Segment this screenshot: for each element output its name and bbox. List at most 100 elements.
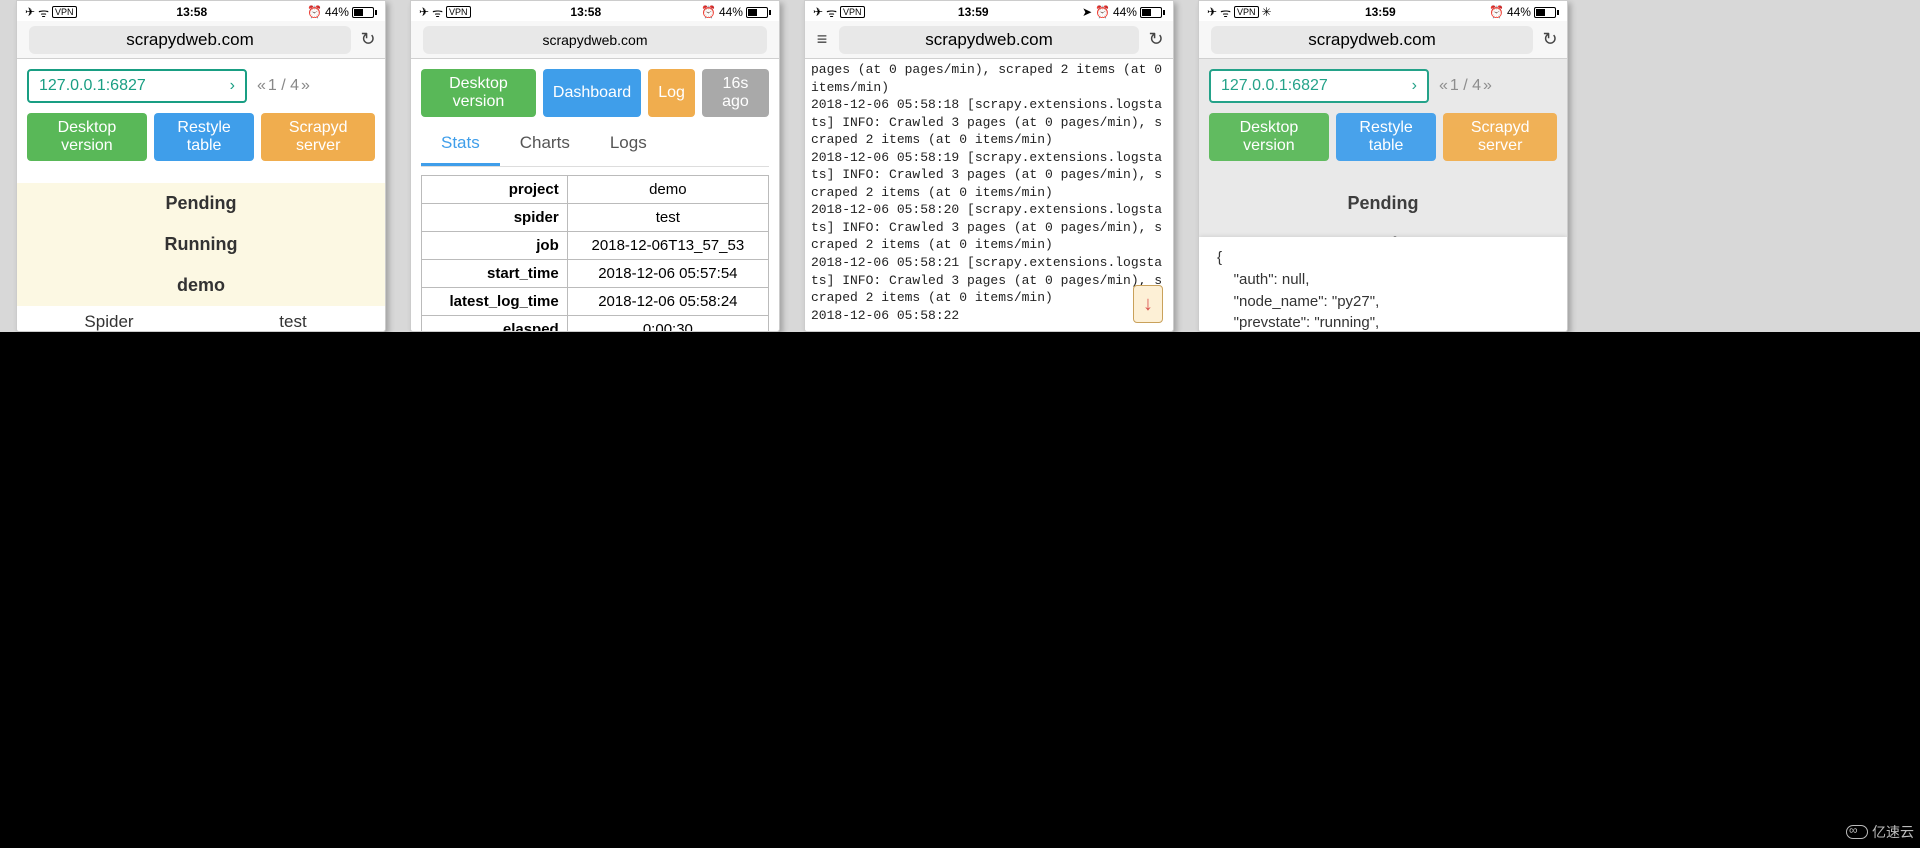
battery-icon xyxy=(352,7,377,18)
status-bar: ✈ ᯤ VPN 13:58 ⏰ 44% xyxy=(411,1,779,21)
vpn-badge: VPN xyxy=(1234,6,1259,18)
location-icon: ➤ xyxy=(1082,5,1092,19)
vpn-badge: VPN xyxy=(52,6,77,18)
tab-bar: Stats Charts Logs xyxy=(421,125,769,167)
battery-percent: 44% xyxy=(719,5,743,19)
phone-screenshot-3: ✈ ᯤ VPN 13:59 ➤ ⏰ 44% ≡ scrapydweb.com ↻… xyxy=(804,0,1174,332)
desktop-version-button[interactable]: Desktop version xyxy=(1209,113,1329,161)
json-line: "auth": null, xyxy=(1217,269,1549,291)
pagination[interactable]: « 1 / 4 » xyxy=(257,77,310,95)
section-pending[interactable]: Pending xyxy=(1199,183,1567,224)
pager-prev-icon[interactable]: « xyxy=(257,77,266,95)
row-key: Spider xyxy=(17,312,201,331)
desktop-version-button[interactable]: Desktop version xyxy=(421,69,536,117)
pager-next-icon[interactable]: » xyxy=(301,77,310,95)
alarm-icon: ⏰ xyxy=(1489,5,1504,19)
browser-address-bar: scrapydweb.com ↻ xyxy=(17,21,385,59)
airplane-icon: ✈ xyxy=(25,5,35,19)
pagination[interactable]: « 1 / 4 » xyxy=(1439,77,1492,95)
phone-screenshot-1: ✈ ᯤ VPN 13:58 ⏰ 44% scrapydweb.com ↻ 127… xyxy=(16,0,386,332)
tab-stats[interactable]: Stats xyxy=(421,125,500,166)
battery-icon xyxy=(1534,7,1559,18)
loading-icon: ✳ xyxy=(1262,5,1272,19)
node-selector[interactable]: 127.0.0.1:6827 › xyxy=(27,69,247,103)
scrapyd-server-button[interactable]: Scrapyd server xyxy=(1443,113,1557,161)
status-time: 13:59 xyxy=(1365,5,1396,19)
node-selector-value: 127.0.0.1:6827 xyxy=(1221,77,1328,95)
wifi-icon: ᯤ xyxy=(1220,4,1231,21)
reload-icon[interactable]: ↻ xyxy=(1539,29,1561,51)
phone-screenshot-4: ✈ ᯤ VPN ✳ 13:59 ⏰ 44% scrapydweb.com ↻ 1… xyxy=(1198,0,1568,332)
table-row: start_time2018-12-06 05:57:54 xyxy=(422,260,769,288)
stats-table: projectdemo spidertest job2018-12-06T13_… xyxy=(421,175,769,331)
browser-address-bar: scrapydweb.com xyxy=(411,21,779,59)
node-selector-value: 127.0.0.1:6827 xyxy=(39,77,146,95)
phone-screenshot-2: ✈ ᯤ VPN 13:58 ⏰ 44% scrapydweb.com Deskt… xyxy=(410,0,780,332)
table-row: projectdemo xyxy=(422,176,769,204)
reload-icon[interactable]: ↻ xyxy=(357,29,379,51)
node-selector[interactable]: 127.0.0.1:6827 › xyxy=(1209,69,1429,103)
browser-address-bar: ≡ scrapydweb.com ↻ xyxy=(805,21,1173,59)
wifi-icon: ᯤ xyxy=(38,4,49,21)
log-output: pages (at 0 pages/min), scraped 2 items … xyxy=(805,59,1173,326)
dashboard-button[interactable]: Dashboard xyxy=(543,69,641,117)
age-button[interactable]: 16s ago xyxy=(702,69,769,117)
scroll-down-button[interactable]: ↓ xyxy=(1133,285,1163,323)
battery-percent: 44% xyxy=(325,5,349,19)
section-demo[interactable]: demo xyxy=(17,265,385,306)
restyle-table-button[interactable]: Restyle table xyxy=(1336,113,1437,161)
watermark-text: 亿速云 xyxy=(1872,822,1914,842)
json-response-sheet: { "auth": null, "node_name": "py27", "pr… xyxy=(1199,237,1567,332)
table-row: latest_log_time2018-12-06 05:58:24 xyxy=(422,288,769,316)
pager-text: 1 / 4 xyxy=(268,77,299,95)
json-line: { xyxy=(1217,247,1549,269)
alarm-icon: ⏰ xyxy=(307,5,322,19)
battery-icon xyxy=(1140,7,1165,18)
log-button[interactable]: Log xyxy=(648,69,695,117)
desktop-version-button[interactable]: Desktop version xyxy=(27,113,147,161)
url-field[interactable]: scrapydweb.com xyxy=(29,26,351,54)
section-running[interactable]: Running xyxy=(17,224,385,265)
status-time: 13:59 xyxy=(958,5,989,19)
table-row: Spidertest xyxy=(17,306,385,331)
status-bar: ✈ ᯤ VPN 13:58 ⏰ 44% xyxy=(17,1,385,21)
battery-percent: 44% xyxy=(1113,5,1137,19)
chevron-right-icon: › xyxy=(1412,77,1417,95)
pager-text: 1 / 4 xyxy=(1450,77,1481,95)
pager-prev-icon[interactable]: « xyxy=(1439,77,1448,95)
restyle-table-button[interactable]: Restyle table xyxy=(154,113,255,161)
json-line: "node_name": "py27", xyxy=(1217,291,1549,313)
watermark-icon xyxy=(1846,825,1868,839)
status-bar: ✈ ᯤ VPN ✳ 13:59 ⏰ 44% xyxy=(1199,1,1567,21)
hamburger-icon[interactable]: ≡ xyxy=(811,29,833,51)
alarm-icon: ⏰ xyxy=(1095,5,1110,19)
tab-charts[interactable]: Charts xyxy=(500,125,590,166)
table-row: elasped0:00:30 xyxy=(422,316,769,332)
reload-icon[interactable]: ↻ xyxy=(1145,29,1167,51)
wifi-icon: ᯤ xyxy=(826,4,837,21)
url-field[interactable]: scrapydweb.com xyxy=(423,26,767,54)
vpn-badge: VPN xyxy=(446,6,471,18)
scrapyd-server-button[interactable]: Scrapyd server xyxy=(261,113,375,161)
battery-icon xyxy=(746,7,771,18)
chevron-right-icon: › xyxy=(230,77,235,95)
vpn-badge: VPN xyxy=(840,6,865,18)
browser-address-bar: scrapydweb.com ↻ xyxy=(1199,21,1567,59)
alarm-icon: ⏰ xyxy=(701,5,716,19)
url-field[interactable]: scrapydweb.com xyxy=(1211,26,1533,54)
battery-percent: 44% xyxy=(1507,5,1531,19)
table-row: job2018-12-06T13_57_53 xyxy=(422,232,769,260)
airplane-icon: ✈ xyxy=(419,5,429,19)
airplane-icon: ✈ xyxy=(1207,5,1217,19)
status-time: 13:58 xyxy=(176,5,207,19)
tab-logs[interactable]: Logs xyxy=(590,125,667,166)
row-val: test xyxy=(201,312,385,331)
watermark: 亿速云 xyxy=(1846,822,1914,842)
section-pending[interactable]: Pending xyxy=(17,183,385,224)
table-row: spidertest xyxy=(422,204,769,232)
status-time: 13:58 xyxy=(570,5,601,19)
pager-next-icon[interactable]: » xyxy=(1483,77,1492,95)
json-line: "prevstate": "running", xyxy=(1217,312,1549,332)
url-field[interactable]: scrapydweb.com xyxy=(839,26,1139,54)
status-bar: ✈ ᯤ VPN 13:59 ➤ ⏰ 44% xyxy=(805,1,1173,21)
